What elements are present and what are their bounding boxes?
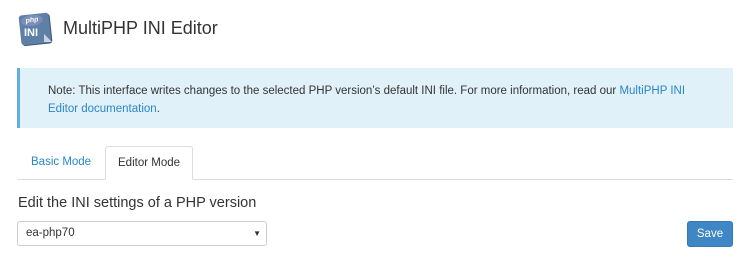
note-text: Note: This interface writes changes to t… xyxy=(48,85,620,97)
note-trailing: . xyxy=(156,103,160,115)
tab-basic-mode[interactable]: Basic Mode xyxy=(19,146,103,179)
php-version-select[interactable]: ea-php70 ▼ xyxy=(17,221,267,246)
php-version-value: ea-php70 xyxy=(26,227,75,239)
caret-down-icon: ▼ xyxy=(253,229,261,238)
save-button[interactable]: Save xyxy=(687,221,733,247)
page: php INI MultiPHP INI Editor Note: This i… xyxy=(0,0,749,258)
mode-tabs: Basic Mode Editor Mode xyxy=(17,146,733,180)
page-title: MultiPHP INI Editor xyxy=(63,17,218,38)
section-label: Edit the INI settings of a PHP version xyxy=(18,195,257,211)
tab-editor-mode[interactable]: Editor Mode xyxy=(105,146,194,180)
icon-text: INI xyxy=(24,27,39,39)
info-note: Note: This interface writes changes to t… xyxy=(17,68,733,128)
multiphp-ini-icon: php INI xyxy=(18,10,54,46)
page-header: php INI MultiPHP INI Editor xyxy=(18,10,218,46)
